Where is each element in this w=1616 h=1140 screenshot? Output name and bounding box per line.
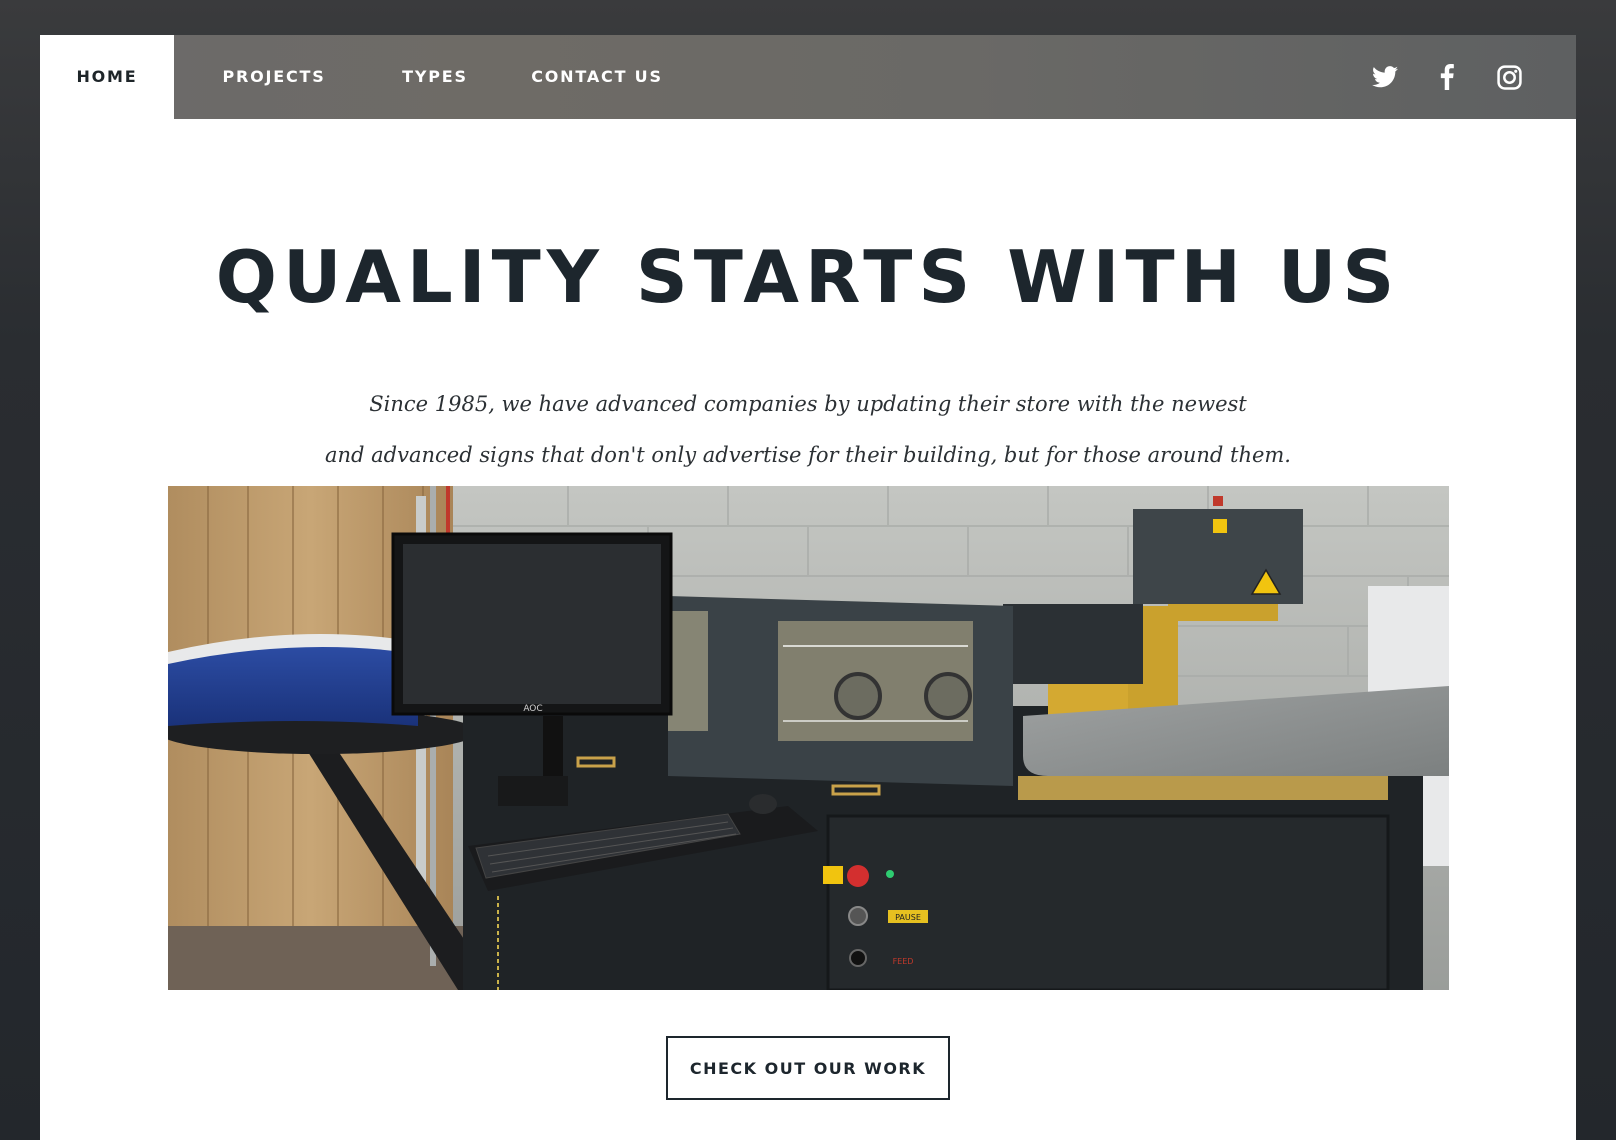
facebook-icon[interactable] bbox=[1431, 61, 1463, 93]
hero-photo: AOC PAUSE FEED bbox=[168, 486, 1449, 990]
intro-line-2: and advanced signs that don't only adver… bbox=[325, 443, 1291, 467]
page-card: HOME PROJECTS TYPES CONTACT US QUALITY S… bbox=[40, 35, 1576, 1140]
top-navbar: HOME PROJECTS TYPES CONTACT US bbox=[40, 35, 1576, 119]
check-out-our-work-button[interactable]: CHECK OUT OUR WORK bbox=[666, 1036, 950, 1100]
monitor-brand: AOC bbox=[523, 704, 542, 714]
hero-headline: QUALITY STARTS WITH US bbox=[215, 235, 1401, 319]
pause-label: PAUSE bbox=[895, 913, 921, 922]
nav-projects[interactable]: PROJECTS bbox=[214, 35, 334, 119]
hero-intro: Since 1985, we have advanced companies b… bbox=[40, 379, 1576, 481]
nav-types[interactable]: TYPES bbox=[390, 35, 480, 119]
twitter-icon[interactable] bbox=[1369, 61, 1401, 93]
feed-label: FEED bbox=[893, 957, 914, 966]
nav-contact-us[interactable]: CONTACT US bbox=[524, 35, 670, 119]
instagram-icon[interactable] bbox=[1493, 61, 1525, 93]
intro-line-1: Since 1985, we have advanced companies b… bbox=[369, 392, 1247, 416]
nav-home[interactable]: HOME bbox=[40, 35, 174, 119]
